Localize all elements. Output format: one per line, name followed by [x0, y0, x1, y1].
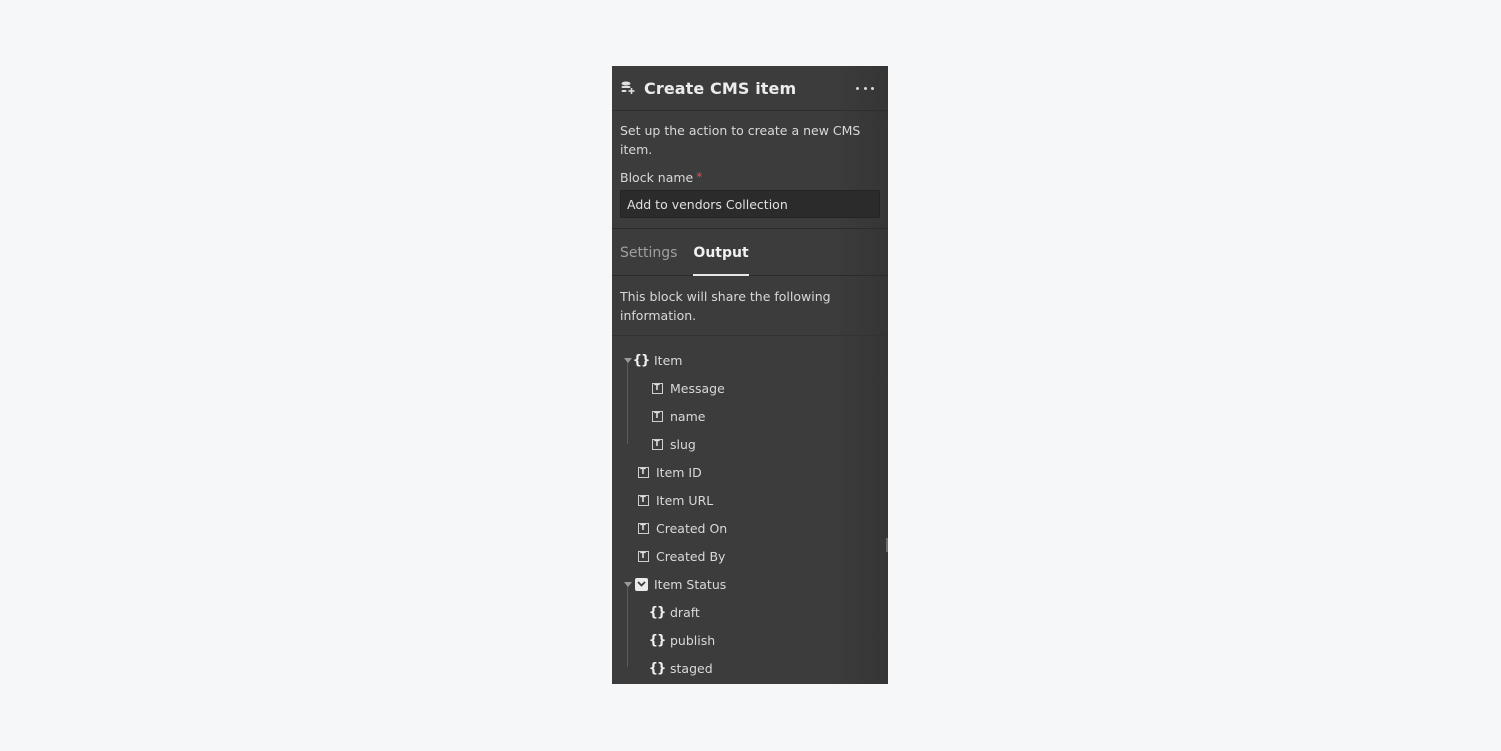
text-field-icon: T: [637, 550, 649, 562]
output-description-section: This block will share the following info…: [612, 276, 888, 336]
caret-down-icon[interactable]: [622, 582, 634, 587]
text-field-icon: T: [651, 382, 663, 394]
text-field-icon: T: [651, 438, 663, 450]
tree-item-item-id[interactable]: T Item ID: [612, 458, 888, 486]
tree-item-slug[interactable]: T slug: [612, 430, 888, 458]
tree-item-item[interactable]: {} Item: [612, 346, 888, 374]
block-name-label: Block name *: [620, 170, 703, 185]
more-horizontal-icon: [856, 86, 859, 90]
tab-bar: Settings Output: [612, 229, 888, 276]
block-settings-section: Set up the action to create a new CMS it…: [612, 111, 888, 229]
block-name-input[interactable]: Add to vendors Collection: [620, 190, 880, 218]
tree-item-message[interactable]: T Message: [612, 374, 888, 402]
panel-description: Set up the action to create a new CMS it…: [620, 123, 861, 157]
tree-item-item-status[interactable]: Item Status: [612, 570, 888, 598]
object-braces-icon: {}: [648, 632, 667, 648]
panel-header: Create CMS item: [612, 66, 888, 111]
text-field-icon: T: [637, 466, 649, 478]
option-dropdown-icon: [634, 577, 648, 591]
panel-title: Create CMS item: [644, 78, 797, 98]
object-braces-icon: {}: [648, 660, 667, 676]
text-field-icon: T: [637, 494, 649, 506]
tab-output[interactable]: Output: [693, 245, 749, 276]
output-description: This block will share the following info…: [620, 289, 831, 323]
tree-item-created-on[interactable]: T Created On: [612, 514, 888, 542]
scrollbar-handle[interactable]: [886, 538, 888, 552]
object-braces-icon: {}: [632, 352, 651, 368]
more-options-button[interactable]: [856, 80, 874, 96]
text-field-icon: T: [637, 522, 649, 534]
tree-item-name[interactable]: T name: [612, 402, 888, 430]
output-tree: {} Item T Message T name T slug T Item I…: [612, 336, 888, 682]
tree-item-draft[interactable]: {} draft: [612, 598, 888, 626]
database-plus-icon: [620, 80, 636, 96]
tree-item-created-by[interactable]: T Created By: [612, 542, 888, 570]
tree-item-publish[interactable]: {} publish: [612, 626, 888, 654]
text-field-icon: T: [651, 410, 663, 422]
create-cms-item-panel: Create CMS item Set up the action to cre…: [612, 66, 888, 684]
required-marker: *: [696, 170, 703, 184]
tab-settings[interactable]: Settings: [620, 245, 677, 275]
object-braces-icon: {}: [648, 604, 667, 620]
tree-item-item-url[interactable]: T Item URL: [612, 486, 888, 514]
tree-item-staged[interactable]: {} staged: [612, 654, 888, 682]
